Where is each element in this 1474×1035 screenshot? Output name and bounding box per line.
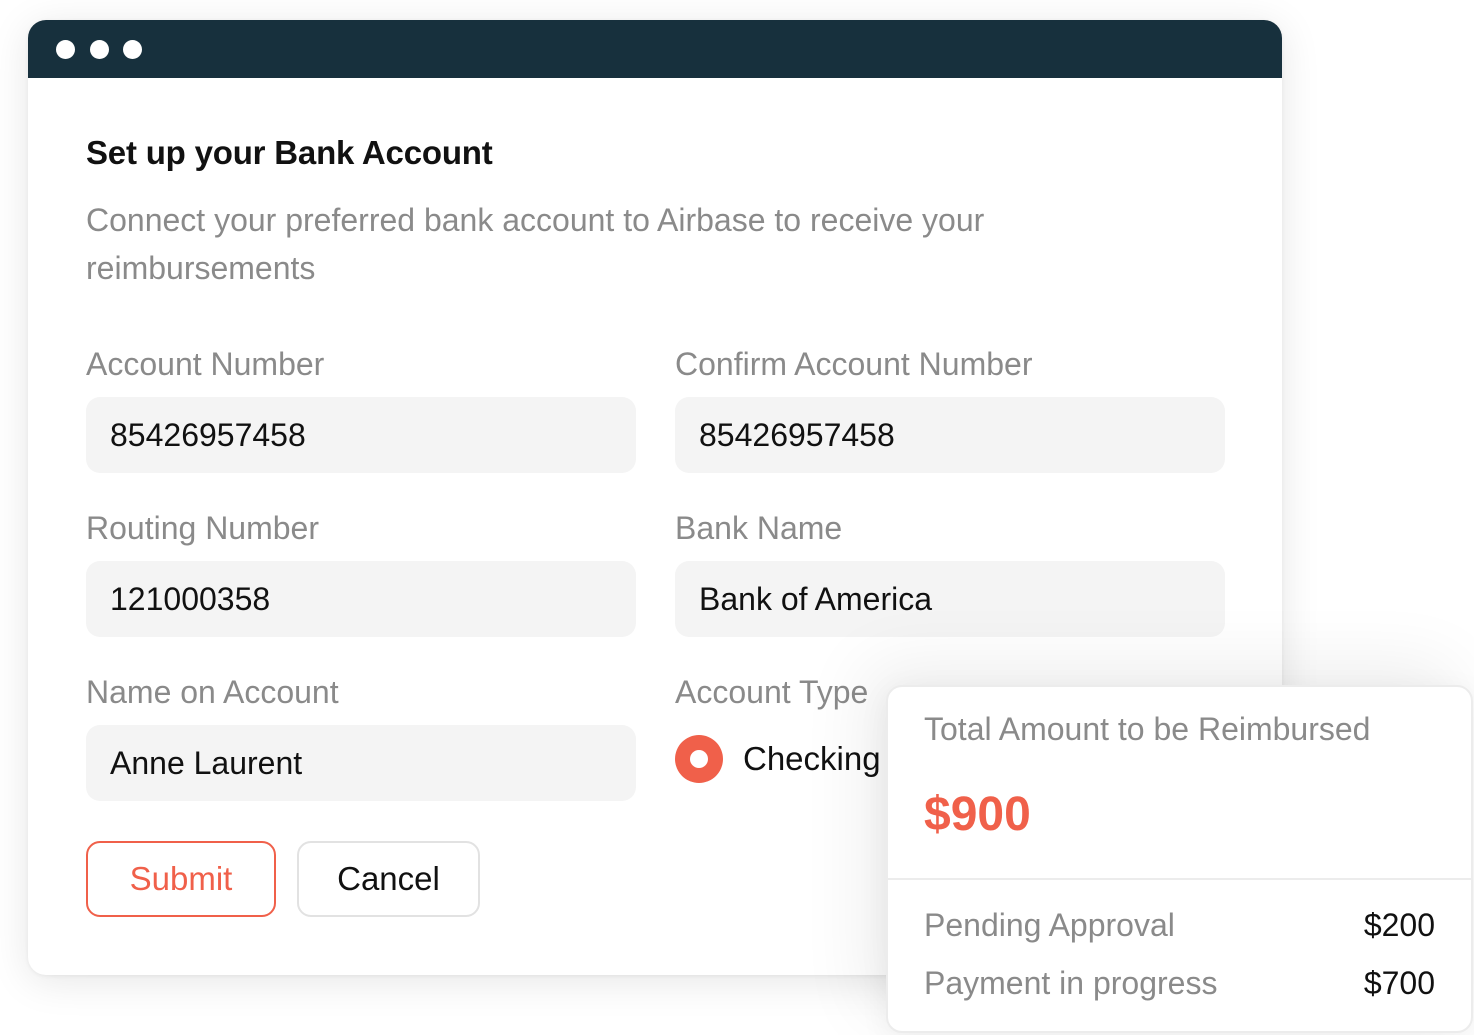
account-type-label: Account Type <box>675 674 869 710</box>
window-control-dot[interactable] <box>123 40 142 59</box>
summary-title: Total Amount to be Reimbursed <box>924 711 1371 747</box>
window-control-dot[interactable] <box>56 40 75 59</box>
radio-selected-icon[interactable] <box>675 735 723 783</box>
cancel-button[interactable]: Cancel <box>297 841 480 917</box>
confirm-account-number-label: Confirm Account Number <box>675 346 1033 382</box>
bank-name-label: Bank Name <box>675 510 843 546</box>
reimbursement-summary-card: Total Amount to be Reimbursed $900 Pendi… <box>886 685 1473 1033</box>
window-control-dot[interactable] <box>90 40 109 59</box>
submit-button[interactable]: Submit <box>86 841 276 917</box>
page-description: Connect your preferred bank account to A… <box>86 202 985 286</box>
name-on-account-input[interactable] <box>86 725 636 801</box>
account-number-input[interactable] <box>86 397 636 473</box>
summary-row-payment-in-progress: Payment in progress $700 <box>924 965 1435 1002</box>
page-title: Set up your Bank Account <box>86 134 493 171</box>
account-type-radio-checking[interactable]: Checking <box>675 734 881 784</box>
summary-divider <box>888 878 1471 880</box>
bank-name-input[interactable] <box>675 561 1225 637</box>
account-type-option-label: Checking <box>743 740 881 777</box>
summary-row-value: $700 <box>1363 965 1435 1001</box>
window-titlebar <box>28 20 1282 78</box>
summary-total-amount: $900 <box>924 788 1031 841</box>
summary-row-label: Pending Approval <box>924 907 1175 943</box>
summary-row-label: Payment in progress <box>924 965 1218 1001</box>
summary-row-pending-approval: Pending Approval $200 <box>924 907 1435 944</box>
account-number-label: Account Number <box>86 346 325 382</box>
routing-number-input[interactable] <box>86 561 636 637</box>
routing-number-label: Routing Number <box>86 510 319 546</box>
confirm-account-number-input[interactable] <box>675 397 1225 473</box>
summary-row-value: $200 <box>1363 907 1435 943</box>
name-on-account-label: Name on Account <box>86 674 339 710</box>
